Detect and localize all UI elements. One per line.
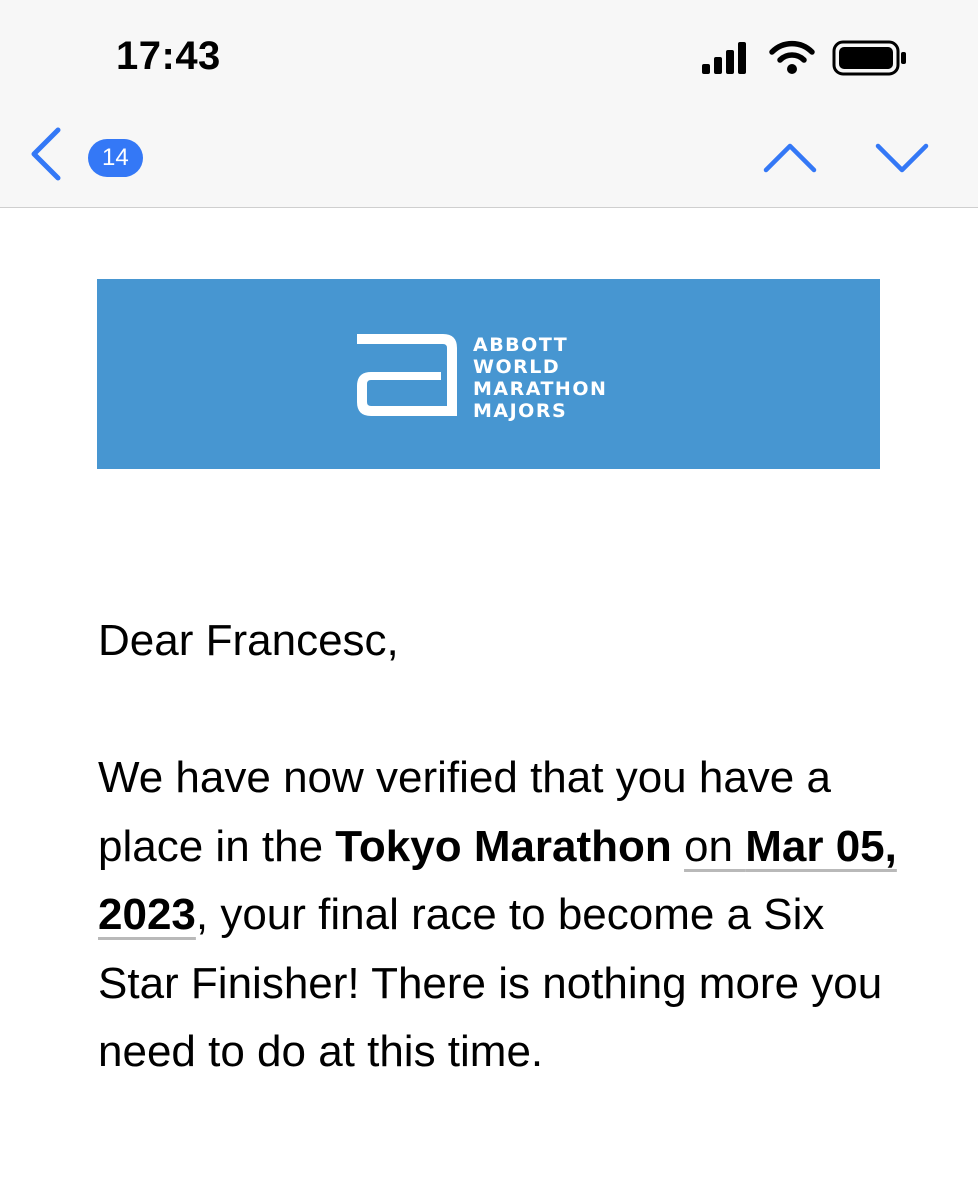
email-header-banner: ABBOTT WORLD MARATHON MAJORS [97, 279, 880, 469]
chevron-up-icon[interactable] [760, 136, 820, 180]
mail-navigation-bar: 14 [0, 116, 978, 208]
logo-line: WORLD [473, 356, 561, 378]
logo-line: MAJORS [473, 400, 568, 422]
status-time: 17:43 [116, 34, 221, 78]
battery-icon [832, 40, 906, 76]
email-message: We have now verified that you have a pla… [98, 744, 898, 1087]
wifi-icon [769, 40, 815, 74]
status-bar: 17:43 [0, 0, 978, 116]
logo-line: ABBOTT [473, 334, 569, 356]
on-word: on [684, 821, 746, 871]
chevron-down-icon[interactable] [872, 136, 932, 180]
race-name: Tokyo Marathon [335, 821, 672, 871]
email-greeting: Dear Francesc, [98, 616, 399, 665]
unread-count-badge[interactable]: 14 [88, 139, 143, 177]
logo-wordmark: ABBOTT WORLD MARATHON MAJORS [473, 334, 607, 422]
chevron-left-icon[interactable] [26, 126, 66, 182]
abbott-logo-icon [357, 334, 457, 416]
message-continuation: , your final race to become a Six Star F… [98, 890, 883, 1076]
logo-line: MARATHON [473, 378, 608, 400]
cellular-signal-icon [702, 42, 746, 74]
